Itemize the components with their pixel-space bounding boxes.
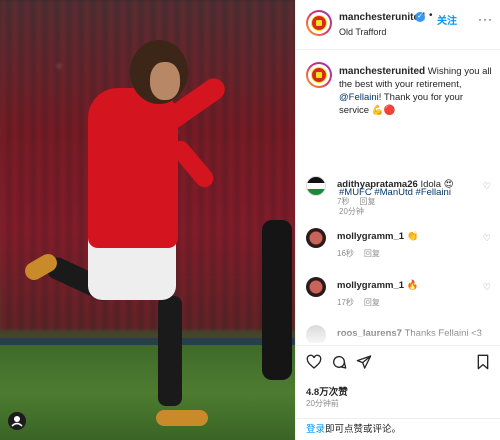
heart-eyes-emoji: 😍: [443, 179, 454, 190]
list-item: adithyapratama26 Idola 😍 7秒 回复 ♡: [296, 176, 500, 216]
location-link[interactable]: Old Trafford: [339, 27, 386, 37]
comment-time: 17秒: [337, 298, 354, 307]
login-prompt: 登录即可点赞或评论。: [296, 418, 500, 440]
avatar[interactable]: [306, 10, 332, 36]
comment-username[interactable]: roos_laurens7 Thanks Fellaini <3: [337, 328, 482, 339]
follow-button[interactable]: 关注: [437, 12, 457, 27]
comment-text: Thanks Fellaini <3: [404, 328, 482, 339]
fire-emoji: 🔥: [406, 280, 419, 291]
like-comment-heart-icon[interactable]: ♡: [483, 233, 491, 244]
comment-username[interactable]: mollygramm_1 🔥: [337, 280, 419, 291]
comment-meta: 7秒 回复: [337, 196, 385, 207]
clapping-hands-emoji: 👏: [406, 231, 419, 242]
avatar[interactable]: [306, 176, 326, 196]
player-leg-right: [158, 296, 182, 406]
separator-dot: •: [429, 10, 433, 21]
avatar[interactable]: [306, 277, 326, 297]
reply-button[interactable]: 回复: [359, 197, 375, 206]
reply-button[interactable]: 回复: [364, 249, 380, 258]
verified-badge-icon: ✓: [415, 12, 425, 22]
comment-username[interactable]: mollygramm_1 👏: [337, 231, 419, 242]
like-comment-heart-icon[interactable]: ♡: [483, 282, 491, 293]
user-tag-icon[interactable]: [8, 412, 26, 430]
caption-username[interactable]: manchesterunited: [339, 66, 425, 77]
comment-time: 7秒: [337, 197, 350, 206]
caption-text: manchesterunited Wishing you all the bes…: [339, 65, 495, 117]
referee-figure: [262, 220, 292, 380]
list-item: mollygramm_1 👏 16秒 回复 ♡: [296, 228, 500, 268]
login-prompt-text: 即可点赞或评论。: [325, 424, 402, 435]
comment-username[interactable]: adithyapratama26 Idola 😍: [337, 179, 454, 190]
red-circle-emoji: 🔴: [383, 105, 396, 116]
like-comment-heart-icon[interactable]: ♡: [483, 181, 491, 192]
comment-meta: 16秒 回复: [337, 248, 390, 259]
post-side-panel: manchesterunited ✓ • 关注 Old Trafford ···…: [295, 0, 500, 440]
heart-icon[interactable]: [306, 354, 322, 370]
bookmark-icon[interactable]: [475, 354, 491, 370]
share-icon[interactable]: [356, 354, 372, 370]
post-actions: [296, 345, 500, 380]
player-face: [150, 62, 180, 100]
flexed-biceps-emoji: 💪: [371, 105, 384, 116]
post-timestamp: 20分钟前: [306, 399, 339, 408]
comment-text: Idola: [420, 179, 442, 190]
post-image[interactable]: [0, 0, 295, 440]
player-boot-right: [156, 410, 208, 426]
pitch-grass: [0, 345, 295, 440]
more-options-icon[interactable]: ···: [478, 12, 493, 26]
reply-button[interactable]: 回复: [364, 298, 380, 307]
caption-avatar[interactable]: [306, 62, 332, 88]
caption-mention[interactable]: @Fellaini: [339, 92, 379, 103]
club-crest-icon: [311, 67, 327, 83]
avatar[interactable]: [306, 325, 326, 343]
comment-meta: 17秒 回复: [337, 297, 390, 308]
like-count[interactable]: 4.8万次赞: [306, 384, 348, 398]
club-crest-icon: [311, 15, 327, 31]
login-link[interactable]: 登录: [306, 424, 325, 435]
header-username[interactable]: manchesterunited: [339, 12, 425, 23]
comment-icon[interactable]: [331, 354, 347, 370]
list-item: roos_laurens7 Thanks Fellaini <3: [296, 325, 500, 343]
post-header: manchesterunited ✓ • 关注 Old Trafford ···: [296, 0, 500, 50]
comment-time: 16秒: [337, 249, 354, 258]
list-item: mollygramm_1 🔥 17秒 回复 ♡: [296, 277, 500, 317]
avatar[interactable]: [306, 228, 326, 248]
